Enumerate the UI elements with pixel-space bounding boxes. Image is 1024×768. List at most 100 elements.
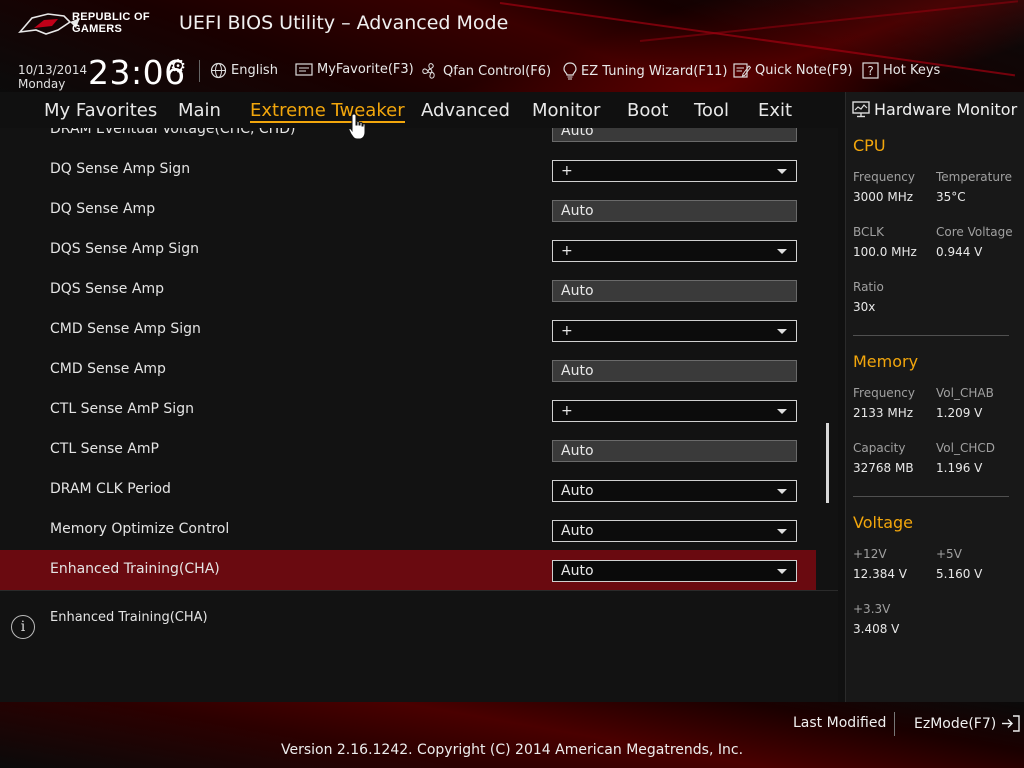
tab-boot[interactable]: Boot xyxy=(627,100,668,121)
setting-label: CTL Sense AmP Sign xyxy=(50,401,194,417)
setting-row-cmd-sense-amp-sign[interactable]: CMD Sense Amp Sign + xyxy=(0,310,816,350)
v5-value: 5.160 V xyxy=(936,567,983,581)
chevron-down-icon xyxy=(777,409,787,414)
tab-my-favorites[interactable]: My Favorites xyxy=(44,100,157,121)
ez-tuning-wizard-button[interactable]: EZ Tuning Wizard(F11) xyxy=(563,62,727,80)
bclk-value: 100.0 MHz xyxy=(853,245,917,259)
cpu-temperature-value: 35°C xyxy=(936,190,966,204)
ezmode-button[interactable]: EzMode(F7) xyxy=(914,715,1021,732)
voltage-heading: Voltage xyxy=(853,513,914,532)
header-bar: REPUBLIC OF GAMERS UEFI BIOS Utility – A… xyxy=(0,0,1024,92)
gear-icon[interactable]: ⚙ xyxy=(170,56,186,77)
setting-dropdown[interactable]: + xyxy=(552,400,797,422)
setting-row-ctl-sense-amp[interactable]: CTL Sense AmP Auto xyxy=(0,430,816,470)
setting-value-field[interactable]: Auto xyxy=(552,360,797,382)
setting-value: + xyxy=(561,163,573,179)
tab-advanced[interactable]: Advanced xyxy=(421,100,510,121)
ratio-label: Ratio xyxy=(853,280,884,294)
setting-row-dq-sense-amp[interactable]: DQ Sense Amp Auto xyxy=(0,190,816,230)
setting-value: Auto xyxy=(561,563,594,579)
chevron-down-icon xyxy=(777,569,787,574)
tab-tool[interactable]: Tool xyxy=(694,100,729,121)
setting-row-dqs-sense-amp-sign[interactable]: DQS Sense Amp Sign + xyxy=(0,230,816,270)
vol-chab-value: 1.209 V xyxy=(936,406,983,420)
hw-divider xyxy=(853,496,1009,497)
tab-extreme-tweaker[interactable]: Extreme Tweaker xyxy=(250,100,405,123)
cpu-temperature-label: Temperature xyxy=(936,170,1013,184)
tab-exit[interactable]: Exit xyxy=(758,100,792,121)
v12-label: +12V xyxy=(853,547,887,561)
setting-value: Auto xyxy=(561,128,594,139)
language-button[interactable]: English xyxy=(210,62,278,79)
footer-bar: Last Modified EzMode(F7) Version 2.16.12… xyxy=(0,702,1024,768)
setting-dropdown[interactable]: + xyxy=(552,160,797,182)
tab-monitor[interactable]: Monitor xyxy=(532,100,600,121)
globe-icon xyxy=(210,62,227,79)
cpu-frequency-label: Frequency xyxy=(853,170,915,184)
setting-row-memory-optimize-control[interactable]: Memory Optimize Control Auto xyxy=(0,510,816,550)
info-icon: i xyxy=(11,615,35,639)
cpu-heading: CPU xyxy=(853,136,886,155)
settings-scrollbar[interactable] xyxy=(826,423,829,503)
setting-value: Auto xyxy=(561,203,594,219)
setting-value: + xyxy=(561,403,573,419)
cpu-frequency-value: 3000 MHz xyxy=(853,190,914,204)
help-panel: i Enhanced Training(CHA) xyxy=(0,590,838,703)
hardware-monitor-title: Hardware Monitor xyxy=(852,100,1017,119)
setting-row-dram-clk-period[interactable]: DRAM CLK Period Auto xyxy=(0,470,816,510)
settings-panel: DRAM Eventual Voltage(CHC, CHD) Auto DQ … xyxy=(0,128,838,590)
ezmode-label: EzMode(F7) xyxy=(914,715,997,732)
last-modified-button[interactable]: Last Modified xyxy=(793,715,886,731)
vol-chab-label: Vol_CHAB xyxy=(936,386,994,400)
myfavorite-label: MyFavorite(F3) xyxy=(317,62,414,77)
monitor-icon xyxy=(852,101,870,118)
app-title: UEFI BIOS Utility – Advanced Mode xyxy=(179,12,509,34)
setting-row-dq-sense-amp-sign[interactable]: DQ Sense Amp Sign + xyxy=(0,150,816,190)
ez-tuning-label: EZ Tuning Wizard(F11) xyxy=(581,63,728,79)
hot-keys-button[interactable]: ? Hot Keys xyxy=(862,62,940,79)
setting-dropdown[interactable]: Auto xyxy=(552,480,797,502)
setting-label: CTL Sense AmP xyxy=(50,441,159,457)
footer-divider xyxy=(894,712,895,736)
setting-row-cmd-sense-amp[interactable]: CMD Sense Amp Auto xyxy=(0,350,816,390)
header-decor-stripe xyxy=(639,0,1019,42)
ratio-value: 30x xyxy=(853,300,876,314)
tab-main[interactable]: Main xyxy=(178,100,221,121)
setting-row-enhanced-training-cha[interactable]: Enhanced Training(CHA) Auto xyxy=(0,550,816,590)
setting-value-field[interactable]: Auto xyxy=(552,440,797,462)
hand-cursor-icon xyxy=(348,113,366,140)
core-voltage-label: Core Voltage xyxy=(936,225,1013,239)
qfan-control-button[interactable]: Qfan Control(F6) xyxy=(421,62,551,80)
copyright-text: Version 2.16.1242. Copyright (C) 2014 Am… xyxy=(280,742,744,758)
lightbulb-icon xyxy=(563,62,577,80)
quick-note-button[interactable]: Quick Note(F9) xyxy=(733,62,853,79)
chevron-down-icon xyxy=(777,169,787,174)
note-icon xyxy=(733,63,751,78)
weekday-text: Monday xyxy=(18,77,66,91)
language-label: English xyxy=(231,63,278,78)
svg-text:?: ? xyxy=(867,64,873,78)
v12-value: 12.384 V xyxy=(853,567,908,581)
setting-row-dram-eventual-voltage[interactable]: DRAM Eventual Voltage(CHC, CHD) Auto xyxy=(0,128,816,150)
date-display: 10/13/2014 Monday xyxy=(18,63,87,91)
setting-value-field[interactable]: Auto xyxy=(552,280,797,302)
setting-dropdown[interactable]: Auto xyxy=(552,560,797,582)
setting-dropdown[interactable]: + xyxy=(552,240,797,262)
setting-dropdown[interactable]: Auto xyxy=(552,520,797,542)
setting-value-field[interactable]: Auto xyxy=(552,128,797,142)
v33-label: +3.3V xyxy=(853,602,891,616)
v5-label: +5V xyxy=(936,547,962,561)
setting-row-dqs-sense-amp[interactable]: DQS Sense Amp Auto xyxy=(0,270,816,310)
hotkeys-icon: ? xyxy=(862,62,879,79)
setting-label: DQ Sense Amp xyxy=(50,201,156,217)
vol-chcd-value: 1.196 V xyxy=(936,461,983,475)
chevron-down-icon xyxy=(777,329,787,334)
memory-heading: Memory xyxy=(853,352,919,371)
setting-value-field[interactable]: Auto xyxy=(552,200,797,222)
setting-value: Auto xyxy=(561,283,594,299)
setting-label: DQS Sense Amp Sign xyxy=(50,241,199,257)
setting-label: CMD Sense Amp xyxy=(50,361,166,377)
setting-dropdown[interactable]: + xyxy=(552,320,797,342)
setting-row-ctl-sense-amp-sign[interactable]: CTL Sense AmP Sign + xyxy=(0,390,816,430)
myfavorite-button[interactable]: MyFavorite(F3) xyxy=(295,62,414,77)
